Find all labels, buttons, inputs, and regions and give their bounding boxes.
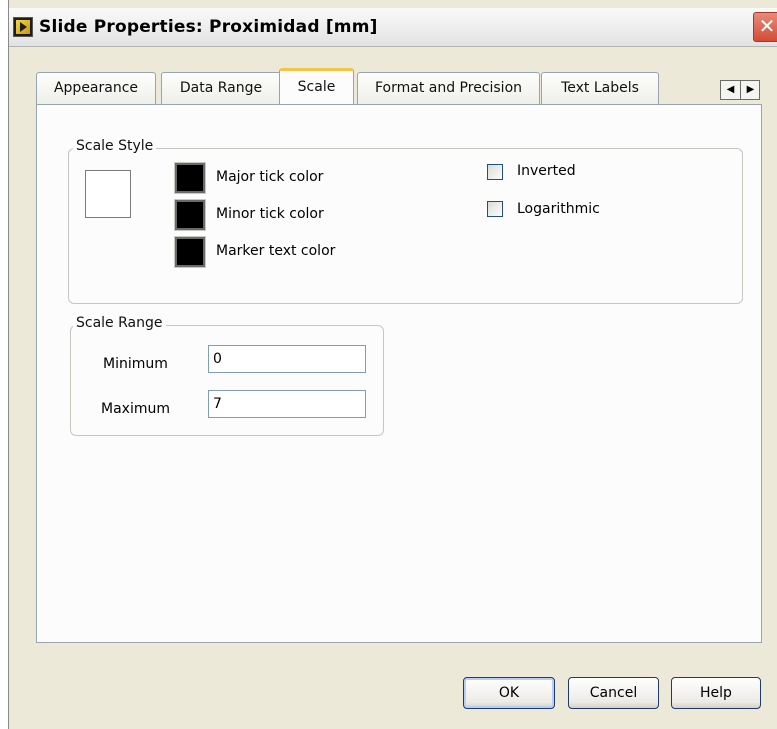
scale-preview [85,170,131,218]
scroll-left-icon[interactable]: ◀ [721,81,741,99]
scale-range-legend: Scale Range [73,315,166,331]
minimum-input[interactable] [208,345,366,373]
tab-scale[interactable]: Scale [279,68,354,106]
scale-style-group: Scale Style [68,138,743,304]
minor-tick-color-label: Minor tick color [216,206,324,222]
cancel-button[interactable]: Cancel [568,677,659,709]
minor-tick-color-button[interactable] [174,199,206,231]
maximum-input[interactable] [208,390,366,418]
dialog-window: Slide Properties: Proximidad [mm] ✕ Appe… [8,0,777,729]
tab-scroll-buttons: ◀ ▶ [720,80,760,100]
close-button[interactable]: ✕ [753,12,777,42]
tab-format-and-precision[interactable]: Format and Precision [357,72,540,104]
tab-data-range[interactable]: Data Range [161,72,281,104]
marker-text-color-button[interactable] [174,236,206,268]
minimum-label: Minimum [103,356,168,372]
window-title: Slide Properties: Proximidad [mm] [39,17,378,37]
inverted-checkbox[interactable] [487,164,503,180]
logarithmic-checkbox[interactable] [487,201,503,217]
logarithmic-label: Logarithmic [517,201,600,217]
maximum-label: Maximum [101,401,170,417]
scale-range-group: Scale Range [70,315,384,436]
inverted-label: Inverted [517,163,576,179]
ok-button[interactable]: OK [463,677,555,709]
title-bar[interactable]: Slide Properties: Proximidad [mm] ✕ [9,8,777,47]
major-tick-color-label: Major tick color [216,169,324,185]
tab-appearance[interactable]: Appearance [36,72,156,104]
major-tick-color-button[interactable] [174,162,206,194]
tab-text-labels[interactable]: Text Labels [541,72,659,104]
marker-text-color-label: Marker text color [216,243,336,259]
scale-style-legend: Scale Style [73,138,157,154]
labview-icon [13,17,33,37]
help-button[interactable]: Help [671,677,761,709]
scroll-right-icon[interactable]: ▶ [741,81,760,99]
